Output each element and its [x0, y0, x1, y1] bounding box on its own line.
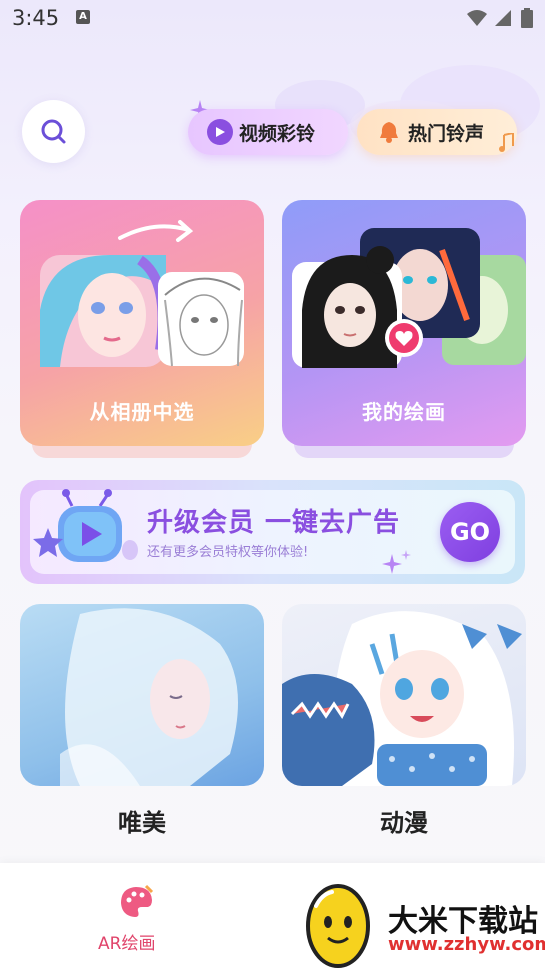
search-button[interactable]	[22, 100, 85, 163]
my-paintings-label: 我的绘画	[362, 400, 446, 424]
hot-ringtone-label: 热门铃声	[408, 122, 485, 145]
hot-ringtone-button[interactable]: 热门铃声	[357, 109, 517, 155]
category-aesthetic-label[interactable]: 唯美	[20, 803, 264, 838]
notification-icon: A	[76, 10, 90, 24]
palette-icon	[121, 884, 154, 917]
play-icon	[207, 119, 233, 145]
select-from-album-card[interactable]: 从相册中选	[20, 200, 264, 446]
go-button[interactable]: GO	[440, 502, 500, 562]
paintings-illustration	[292, 228, 526, 368]
aesthetic-illustration	[60, 608, 238, 786]
battery-icon	[521, 8, 533, 28]
nav-ar-painting-label[interactable]: AR绘画	[98, 929, 155, 954]
anime-illustration	[282, 611, 522, 786]
status-bar: 3:45 A	[0, 0, 545, 40]
sparkle-icon	[382, 550, 411, 574]
category-aesthetic-image[interactable]	[20, 604, 264, 786]
category-anime-label[interactable]: 动漫	[282, 803, 526, 838]
watermark-mascot-logo	[306, 884, 370, 968]
my-paintings-card[interactable]: 我的绘画	[282, 200, 526, 446]
signal-icon	[495, 10, 511, 26]
album-illustration	[40, 220, 244, 367]
robot-tv-icon	[33, 489, 138, 562]
vip-upgrade-banner[interactable]: 升级会员 一键去广告 还有更多会员特权等你体验! GO	[20, 480, 525, 584]
video-ringtone-label: 视频彩铃	[239, 122, 316, 145]
bell-icon	[376, 119, 402, 145]
banner-title: 升级会员 一键去广告	[147, 508, 401, 538]
search-icon	[41, 119, 66, 144]
video-ringtone-button[interactable]: 视频彩铃	[188, 109, 348, 155]
music-note-icon	[499, 133, 514, 152]
banner-subtitle: 还有更多会员特权等你体验!	[147, 545, 309, 560]
wifi-icon	[467, 10, 487, 26]
album-card-label: 从相册中选	[89, 400, 195, 424]
status-time: 3:45	[12, 6, 60, 30]
category-anime-image[interactable]	[282, 604, 526, 786]
watermark-url: www.zzhyw.com	[388, 934, 545, 955]
